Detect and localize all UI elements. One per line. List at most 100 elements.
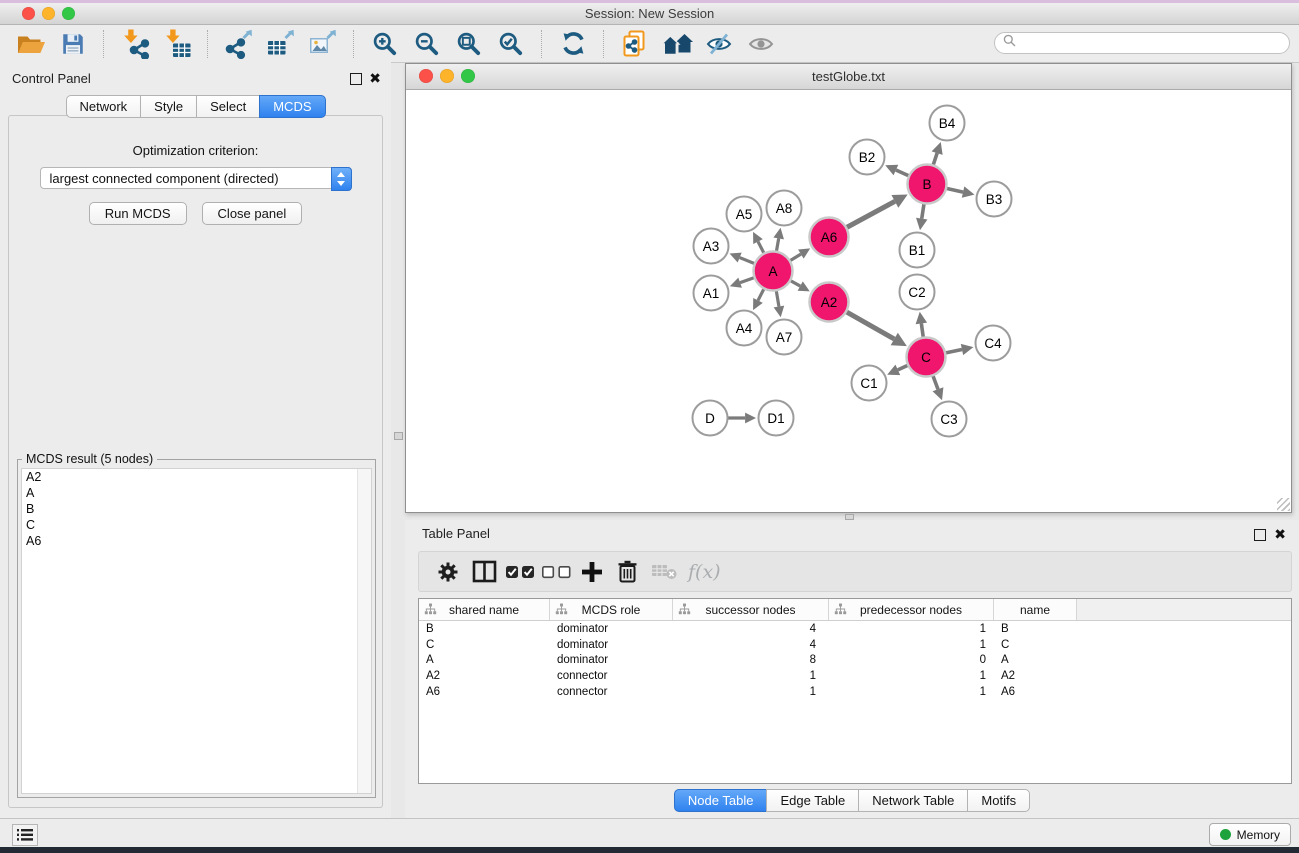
column-header-MCDS-role[interactable]: MCDS role	[550, 599, 673, 620]
tab-network-table[interactable]: Network Table	[858, 789, 968, 812]
table-cell[interactable]: A	[994, 654, 1077, 666]
tab-node-table[interactable]: Node Table	[674, 789, 768, 812]
close-panel-button[interactable]: Close panel	[202, 202, 303, 225]
network-graph[interactable]: B4B2BB3A8A5A6A3B1AC2A1A2A4A7C4CC1C3DD1	[406, 90, 1291, 513]
search-box[interactable]	[994, 32, 1290, 54]
table-cell[interactable]: connector	[550, 686, 673, 698]
table-cell[interactable]: 1	[829, 670, 994, 682]
mcds-result-item[interactable]: A	[22, 485, 371, 501]
column-header-successor-nodes[interactable]: successor nodes	[673, 599, 829, 620]
home-button[interactable]	[659, 28, 695, 60]
open-file-button[interactable]	[13, 28, 49, 60]
table-cell[interactable]: C	[419, 639, 550, 651]
table-cell[interactable]: A6	[419, 686, 550, 698]
export-network-button[interactable]	[221, 28, 257, 60]
column-header-predecessor-nodes[interactable]: predecessor nodes	[829, 599, 994, 620]
table-cell[interactable]: 1	[829, 623, 994, 635]
hide-panel-eye-button[interactable]	[701, 28, 737, 60]
mcds-result-list[interactable]: A2ABCA6	[21, 468, 372, 794]
import-network-button[interactable]	[117, 28, 153, 60]
maximize-window-button[interactable]	[62, 7, 75, 20]
table-cell[interactable]: dominator	[550, 639, 673, 651]
column-header-name[interactable]: name	[994, 599, 1077, 620]
table-panel-close-button[interactable]: ✖	[1274, 527, 1286, 541]
table-row[interactable]: Bdominator41B	[419, 621, 1291, 637]
table-cell[interactable]: 4	[673, 639, 829, 651]
control-panel-close-button[interactable]: ✖	[369, 71, 381, 85]
refresh-button[interactable]	[555, 28, 591, 60]
tab-motifs[interactable]: Motifs	[967, 789, 1030, 812]
table-cell[interactable]: B	[419, 623, 550, 635]
table-cell[interactable]: A6	[994, 686, 1077, 698]
tab-network[interactable]: Network	[65, 95, 141, 118]
table-row[interactable]: Adominator80A	[419, 653, 1291, 669]
node-table[interactable]: shared nameMCDS rolesuccessor nodesprede…	[418, 598, 1292, 784]
memory-button[interactable]: Memory	[1209, 823, 1291, 846]
zoom-selected-button[interactable]	[493, 28, 529, 60]
table-cell[interactable]: A2	[419, 670, 550, 682]
run-mcds-button[interactable]: Run MCDS	[89, 202, 187, 225]
table-cell[interactable]: 1	[673, 670, 829, 682]
table-cell[interactable]: A	[419, 654, 550, 666]
resize-grip[interactable]	[1277, 498, 1290, 511]
mcds-result-item[interactable]: C	[22, 517, 371, 533]
network-minimize-button[interactable]	[440, 69, 454, 83]
close-window-button[interactable]	[22, 7, 35, 20]
network-close-button[interactable]	[419, 69, 433, 83]
zoom-in-button[interactable]	[367, 28, 403, 60]
table-cell[interactable]: 1	[829, 686, 994, 698]
table-row[interactable]: A6connector11A6	[419, 684, 1291, 700]
result-scrollbar-track[interactable]	[357, 469, 371, 793]
table-panel-float-button[interactable]	[1254, 529, 1266, 541]
network-maximize-button[interactable]	[461, 69, 475, 83]
delete-table-button[interactable]	[646, 557, 682, 587]
export-image-button[interactable]	[305, 28, 341, 60]
clone-network-button[interactable]	[617, 28, 653, 60]
tab-style[interactable]: Style	[140, 95, 197, 118]
criterion-select-stepper[interactable]	[331, 167, 352, 191]
mcds-result-item[interactable]: B	[22, 501, 371, 517]
main-toolbar	[0, 25, 1299, 63]
network-canvas[interactable]: B4B2BB3A8A5A6A3B1AC2A1A2A4A7C4CC1C3DD1	[406, 90, 1291, 512]
tab-mcds[interactable]: MCDS	[259, 95, 325, 118]
unselect-all-button[interactable]	[538, 557, 574, 587]
criterion-select[interactable]: largest connected component (directed)	[40, 167, 352, 189]
tab-select[interactable]: Select	[196, 95, 260, 118]
column-header-shared-name[interactable]: shared name	[419, 599, 550, 620]
table-settings-button[interactable]	[430, 557, 466, 587]
table-cell[interactable]: B	[994, 623, 1077, 635]
mcds-result-item[interactable]: A6	[22, 533, 371, 549]
search-input[interactable]	[1021, 34, 1289, 52]
task-history-button[interactable]	[12, 824, 38, 846]
add-entry-button[interactable]	[574, 557, 610, 587]
network-window-titlebar[interactable]: testGlobe.txt	[406, 64, 1291, 90]
table-row[interactable]: A2connector11A2	[419, 668, 1291, 684]
zoom-out-button[interactable]	[409, 28, 445, 60]
function-builder-button[interactable]: f(x)	[688, 561, 721, 583]
network-view-window[interactable]: testGlobe.txt B4B2BB3A8A5A6A3B1AC2A1A2A4…	[405, 63, 1292, 513]
table-cell[interactable]: 8	[673, 654, 829, 666]
table-row[interactable]: Cdominator41C	[419, 637, 1291, 653]
export-table-button[interactable]	[263, 28, 299, 60]
table-cell[interactable]: 1	[673, 686, 829, 698]
table-cell[interactable]: 1	[829, 639, 994, 651]
save-session-button[interactable]	[55, 28, 91, 60]
table-cell[interactable]: connector	[550, 670, 673, 682]
import-table-button[interactable]	[159, 28, 195, 60]
vertical-split-handle[interactable]	[394, 432, 403, 440]
mcds-result-item[interactable]: A2	[22, 469, 371, 485]
table-cell[interactable]: 4	[673, 623, 829, 635]
delete-entry-button[interactable]	[610, 557, 646, 587]
table-cell[interactable]: dominator	[550, 654, 673, 666]
minimize-window-button[interactable]	[42, 7, 55, 20]
table-cell[interactable]: A2	[994, 670, 1077, 682]
table-cell[interactable]: C	[994, 639, 1077, 651]
control-panel-float-button[interactable]	[350, 73, 362, 85]
select-all-button[interactable]	[502, 557, 538, 587]
table-cell[interactable]: dominator	[550, 623, 673, 635]
zoom-fit-button[interactable]	[451, 28, 487, 60]
tab-edge-table[interactable]: Edge Table	[766, 789, 859, 812]
show-columns-button[interactable]	[466, 557, 502, 587]
table-cell[interactable]: 0	[829, 654, 994, 666]
show-panel-eye-button[interactable]	[743, 28, 779, 60]
